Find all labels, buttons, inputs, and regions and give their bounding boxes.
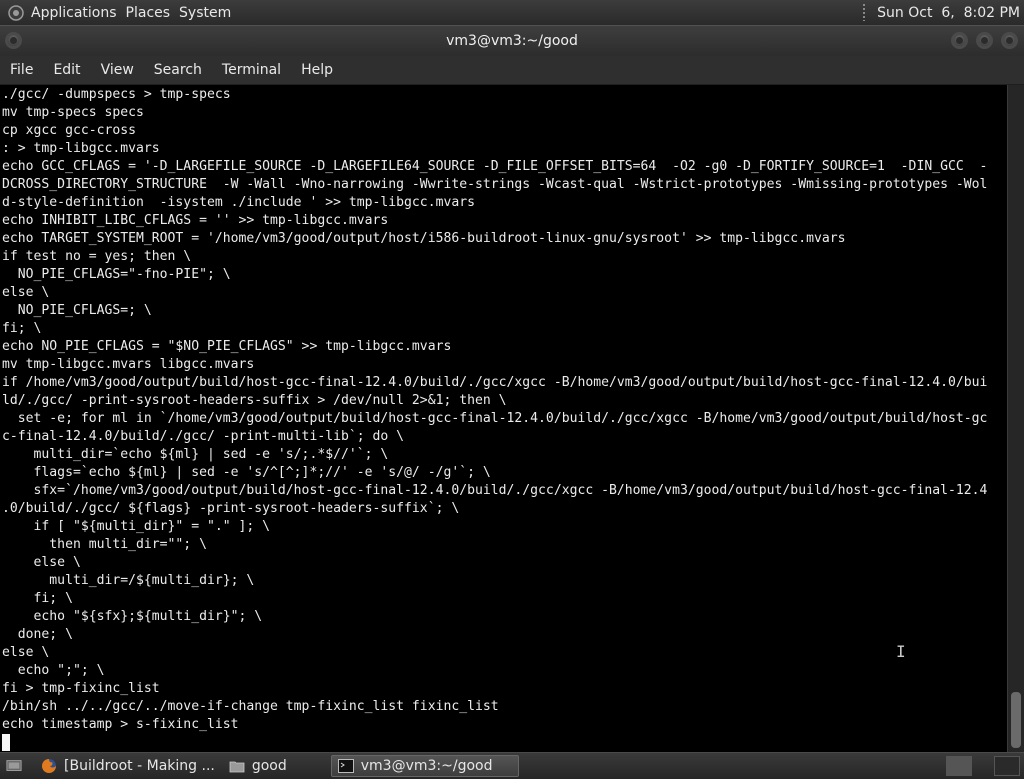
system-menu[interactable]: System bbox=[179, 5, 240, 21]
terminal-icon bbox=[337, 758, 354, 774]
taskbar-item-folder[interactable]: good bbox=[223, 755, 295, 777]
workspace-1[interactable] bbox=[946, 756, 972, 776]
terminal-line: flags=`echo ${ml} | sed -e 's/^[^;]*;//'… bbox=[2, 465, 491, 480]
window-titlebar[interactable]: vm3@vm3:~/good bbox=[0, 25, 1024, 57]
terminal-line: done; \ bbox=[2, 627, 73, 642]
terminal-line: NO_PIE_CFLAGS="-fno-PIE"; \ bbox=[2, 267, 231, 282]
terminal-line: : > tmp-libgcc.mvars bbox=[2, 141, 160, 156]
terminal-line: if /home/vm3/good/output/build/host-gcc-… bbox=[2, 375, 988, 390]
terminal-line: fi > tmp-fixinc_list bbox=[2, 681, 160, 696]
terminal-line: .0/build/./gcc/ ${flags} -print-sysroot-… bbox=[2, 501, 460, 516]
terminal-line: NO_PIE_CFLAGS=; \ bbox=[2, 303, 152, 318]
terminal-line: echo ";"; \ bbox=[2, 663, 105, 678]
panel-separator bbox=[863, 4, 866, 21]
terminal-line: set -e; for ml in `/home/vm3/good/output… bbox=[2, 411, 988, 426]
workspace-switcher bbox=[940, 756, 1020, 776]
terminal-line: else \ bbox=[2, 645, 50, 660]
edit-menu[interactable]: Edit bbox=[43, 62, 90, 78]
menubar: File Edit View Search Terminal Help bbox=[0, 56, 1024, 85]
show-desktop-icon bbox=[6, 758, 22, 774]
terminal-line: ./gcc/ -dumpspecs > tmp-specs bbox=[2, 87, 231, 102]
minimize-button[interactable] bbox=[951, 32, 968, 49]
taskbar-item-terminal[interactable]: vm3@vm3:~/good bbox=[330, 755, 520, 777]
terminal-line: else \ bbox=[2, 285, 50, 300]
terminal-line: if [ "${multi_dir}" = "." ]; \ bbox=[2, 519, 271, 534]
places-menu[interactable]: Places bbox=[126, 5, 180, 21]
terminal-line: echo INHIBIT_LIBC_CFLAGS = '' >> tmp-lib… bbox=[2, 213, 389, 228]
terminal-line: sfx=`/home/vm3/good/output/build/host-gc… bbox=[2, 483, 988, 498]
terminal-line: then multi_dir=""; \ bbox=[2, 537, 207, 552]
folder-icon bbox=[229, 758, 245, 774]
view-menu[interactable]: View bbox=[91, 62, 144, 78]
terminal-line: DCROSS_DIRECTORY_STRUCTURE -W -Wall -Wno… bbox=[2, 177, 988, 192]
terminal-line: multi_dir=/${multi_dir}; \ bbox=[2, 573, 255, 588]
clock[interactable]: Sun Oct 6, 8:02 PM bbox=[877, 5, 1024, 21]
scrollbar-thumb[interactable] bbox=[1011, 692, 1021, 748]
text-cursor-ibeam-icon: I bbox=[896, 642, 906, 661]
terminal-line: /bin/sh ../../gcc/../move-if-change tmp-… bbox=[2, 699, 499, 714]
terminal-line: d-style-definition -isystem ./include ' … bbox=[2, 195, 475, 210]
taskbar-item-label: [Buildroot - Making ... bbox=[64, 758, 215, 774]
top-panel: Applications Places System Sun Oct 6, 8:… bbox=[0, 0, 1024, 25]
terminal-line: mv tmp-specs specs bbox=[2, 105, 144, 120]
terminal-line: echo "${sfx};${multi_dir}"; \ bbox=[2, 609, 263, 624]
taskbar-item-firefox[interactable]: [Buildroot - Making ... bbox=[35, 755, 223, 777]
window-title: vm3@vm3:~/good bbox=[446, 33, 578, 49]
terminal-line: ld/./gcc/ -print-sysroot-headers-suffix … bbox=[2, 393, 507, 408]
terminal-line: echo NO_PIE_CFLAGS = "$NO_PIE_CFLAGS" >>… bbox=[2, 339, 452, 354]
terminal-line: echo timestamp > s-fixinc_list bbox=[2, 717, 239, 732]
terminal-line: fi; \ bbox=[2, 321, 42, 336]
bottom-taskbar: [Buildroot - Making ... good vm3@vm3:~/g… bbox=[0, 752, 1024, 779]
terminal-line: else \ bbox=[2, 555, 81, 570]
terminal-output[interactable]: ./gcc/ -dumpspecs > tmp-specs mv tmp-spe… bbox=[0, 85, 1007, 752]
terminal-line: cp xgcc gcc-cross bbox=[2, 123, 137, 138]
search-menu[interactable]: Search bbox=[144, 62, 212, 78]
gnome-foot-icon[interactable] bbox=[7, 4, 25, 22]
terminal-line: echo TARGET_SYSTEM_ROOT = '/home/vm3/goo… bbox=[2, 231, 846, 246]
taskbar-item-label: vm3@vm3:~/good bbox=[360, 758, 493, 774]
terminal-line: if test no = yes; then \ bbox=[2, 249, 192, 264]
show-desktop-button[interactable] bbox=[0, 755, 35, 777]
terminal-scrollbar[interactable] bbox=[1007, 85, 1024, 752]
terminal-cursor bbox=[2, 734, 10, 751]
terminal-line: multi_dir=`echo ${ml} | sed -e 's/;.*$//… bbox=[2, 447, 389, 462]
terminal-line: mv tmp-libgcc.mvars libgcc.mvars bbox=[2, 357, 255, 372]
firefox-icon bbox=[41, 758, 57, 774]
workspace-2[interactable] bbox=[994, 756, 1020, 776]
terminal-line: echo GCC_CFLAGS = '-D_LARGEFILE_SOURCE -… bbox=[2, 159, 988, 174]
taskbar-item-label: good bbox=[251, 758, 287, 774]
applications-menu[interactable]: Applications bbox=[31, 5, 126, 21]
terminal-line: fi; \ bbox=[2, 591, 73, 606]
help-menu[interactable]: Help bbox=[291, 62, 343, 78]
terminal-menu[interactable]: Terminal bbox=[212, 62, 291, 78]
maximize-button[interactable] bbox=[976, 32, 993, 49]
terminal-line: c-final-12.4.0/build/./gcc/ -print-multi… bbox=[2, 429, 405, 444]
file-menu[interactable]: File bbox=[0, 62, 43, 78]
close-button[interactable] bbox=[1001, 32, 1018, 49]
